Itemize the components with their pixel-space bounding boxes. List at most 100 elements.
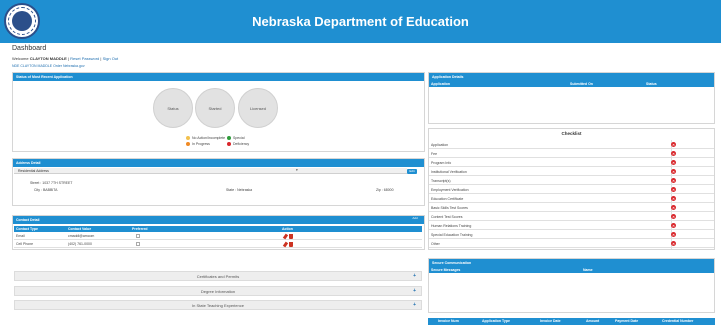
column-header-name: Name <box>583 268 593 272</box>
preferred-checkbox[interactable] <box>136 234 140 238</box>
column-header-secure-messages: Secure Messages <box>431 268 461 272</box>
accordion-label: Degree Information <box>200 289 236 294</box>
column-header-action: Action <box>282 227 293 231</box>
city-value: BABBITA <box>42 188 58 192</box>
column-header-credential-number: Credential Number <box>662 319 694 323</box>
secure-table-header <box>429 267 714 273</box>
checklist-label: Human Relations Training <box>431 224 472 228</box>
column-header-invoice-num: Invoice Num <box>438 319 459 323</box>
zip-field: Zip : 68000 <box>376 188 394 192</box>
incomplete-x-icon: × <box>671 196 676 201</box>
legend-label: In Progress <box>192 142 210 146</box>
expand-plus-icon[interactable]: + <box>413 302 416 309</box>
checklist-label: Institutional Verification <box>431 170 467 174</box>
delete-icon[interactable] <box>289 234 293 239</box>
contact-value-cell: cmaddl@amcom <box>68 234 95 238</box>
city-label: City : <box>34 188 42 192</box>
checklist-label: Transcript(s) <box>431 179 451 183</box>
delete-icon[interactable] <box>289 242 293 247</box>
edit-address-button[interactable]: Edit <box>407 169 417 174</box>
state-label: State : <box>226 188 237 192</box>
secure-panel-title: Secure Communication <box>429 259 714 267</box>
column-header-invoice-date: Invoice Date <box>540 319 561 323</box>
column-header-preferred: Preferred <box>132 227 148 231</box>
column-header-payment-date: Payment Date <box>615 319 639 323</box>
legend-label: Special <box>233 136 245 140</box>
legend-label: Deficiency <box>233 142 250 146</box>
add-contact-button[interactable]: Add <box>410 216 420 221</box>
checklist-label: Special Education Training <box>431 233 473 237</box>
legend-item: Special <box>227 136 245 141</box>
street-value: 1037 7TH STREET <box>42 181 73 185</box>
incomplete-x-icon: × <box>671 178 676 183</box>
checklist-label: Basic Skills Test Scores <box>431 206 468 210</box>
page-header-title: Nebraska Department of Education <box>252 14 469 29</box>
state-field: State : Nebraska <box>226 188 252 192</box>
column-header-application-type: Application Type <box>482 319 510 323</box>
checklist-label: Fee <box>431 152 438 156</box>
accordion-in-state-teaching[interactable]: In State Teaching Experience + <box>14 300 422 310</box>
incomplete-x-icon: × <box>671 232 676 237</box>
legend-item: In Progress <box>186 142 210 147</box>
legend-dot <box>227 142 231 147</box>
welcome-line: Welcome CLAYTON MADDLE | Reset Password … <box>12 56 118 61</box>
checklist-label: Employment Verification <box>431 188 469 192</box>
incomplete-x-icon: × <box>671 169 676 174</box>
checklist-title: Checklist <box>561 131 582 136</box>
incomplete-x-icon: × <box>671 205 676 210</box>
contact-type-cell: Email <box>16 234 25 238</box>
status-panel-title: Status of Most Recent Application <box>13 73 424 81</box>
separator: | <box>67 56 70 61</box>
column-header-contact-value: Contact Value <box>68 227 92 231</box>
accordion-certificates-permits[interactable]: Certificates and Permits + <box>14 271 422 281</box>
started-circle: Started <box>195 88 235 128</box>
reset-password-link[interactable]: Reset Password <box>70 56 99 61</box>
zip-label: Zip : <box>376 188 383 192</box>
expand-plus-icon[interactable]: + <box>413 288 416 295</box>
legend-item: Deficiency <box>227 142 250 147</box>
sub-welcome-link[interactable]: NDE CLAYTON MADDLE Order Nebraska.gov <box>12 64 85 68</box>
street-label: Street : <box>30 181 42 185</box>
separator: | <box>100 56 102 61</box>
checklist-label: Education Certificate <box>431 197 464 201</box>
zip-value: 68000 <box>383 188 394 192</box>
incomplete-x-icon: × <box>671 160 676 165</box>
status-circle: Status <box>153 88 193 128</box>
licensed-circle: Licensed <box>238 88 278 128</box>
legend-item: No Action/Incomplete <box>186 136 226 141</box>
accordion-label: In State Teaching Experience <box>192 303 244 308</box>
incomplete-x-icon: × <box>671 187 676 192</box>
incomplete-x-icon: × <box>671 223 676 228</box>
incomplete-x-icon: × <box>671 241 676 246</box>
application-details-panel: Application Details <box>428 72 715 124</box>
address-panel: Address Detail <box>12 158 425 206</box>
residential-address-header: Residential Address <box>14 168 407 174</box>
user-name: CLAYTON MADDLE <box>29 56 67 61</box>
contact-type-cell: Cell Phone <box>16 242 34 246</box>
city-field: City : BABBITA <box>34 188 58 192</box>
contact-value-cell: (402) 761-0000 <box>68 242 92 246</box>
checklist-label: Content Test Scores <box>431 215 463 219</box>
incomplete-x-icon: × <box>671 214 676 219</box>
legend-dot <box>186 136 190 141</box>
column-header-amount: Amount <box>586 319 600 323</box>
street-field: Street : 1037 7TH STREET <box>30 181 72 185</box>
expand-plus-icon[interactable]: + <box>413 273 416 280</box>
application-panel-title: Application Details <box>429 73 714 81</box>
checklist-label: Program Info <box>431 161 452 165</box>
column-header-submitted-on: Submitted On <box>570 82 593 86</box>
incomplete-x-icon: × <box>671 142 676 147</box>
preferred-checkbox[interactable] <box>136 242 140 246</box>
checklist-label: Application <box>431 143 449 147</box>
accordion-degree-information[interactable]: Degree Information + <box>14 286 422 296</box>
contact-panel-title: Contact Detail <box>13 216 424 224</box>
state-value: Nebraska <box>237 188 253 192</box>
column-header-status: Status <box>646 82 657 86</box>
address-panel-title: Address Detail <box>13 159 424 167</box>
column-header-contact-type: Contact Type <box>16 227 38 231</box>
legend-label: No Action/Incomplete <box>192 136 226 140</box>
sign-out-link[interactable]: Sign Out <box>103 56 119 61</box>
accordion-label: Certificates and Permits <box>196 274 240 279</box>
dropdown-caret-icon[interactable]: ▾ <box>296 168 298 172</box>
checklist-label: Other <box>431 242 440 246</box>
